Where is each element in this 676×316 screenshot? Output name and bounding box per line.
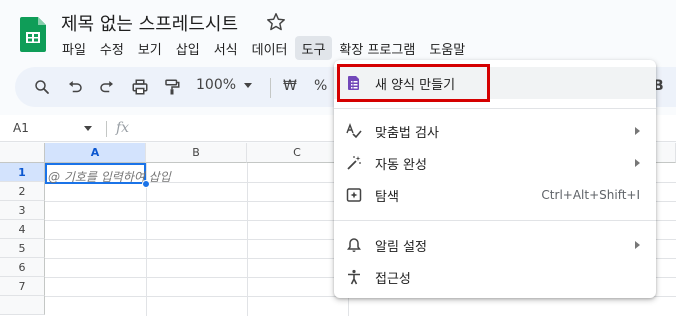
row-header-4[interactable]: 4 [0,220,45,239]
row-header-6[interactable]: 6 [0,258,45,277]
cell-hint-text: @ 기호를 입력하여 삽입 [48,170,171,184]
menu-format[interactable]: 서식 [207,36,245,60]
sheets-app: 제목 없는 스프레드시트 파일 수정 보기 삽입 서식 데이터 도구 확장 프로… [0,0,676,316]
percent-format-button[interactable]: % [314,78,327,94]
chevron-down-icon [244,82,253,88]
menu-item-autocomplete[interactable]: 자동 완성 [334,147,656,179]
paint-format-icon[interactable] [162,77,182,97]
highlight-annotation [337,64,490,102]
menu-item-label: 알림 설정 [375,239,427,255]
explore-icon [346,188,362,202]
spellcheck-icon [346,123,362,139]
menu-item-notification-settings[interactable]: 알림 설정 [334,229,656,261]
submenu-arrow-icon [635,159,640,167]
row-header-2[interactable]: 2 [0,182,45,201]
search-icon[interactable] [32,77,52,97]
row-header-3[interactable]: 3 [0,201,45,220]
menu-item-label: 자동 완성 [375,157,427,173]
toolbar-divider [270,78,271,98]
column-header-b[interactable]: B [146,143,247,163]
menu-item-spellcheck[interactable]: 맞춤법 검사 [334,115,656,147]
menu-file[interactable]: 파일 [55,36,93,60]
namebox-dropdown-icon[interactable] [84,126,92,131]
menu-extensions[interactable]: 확장 프로그램 [332,36,422,60]
submenu-arrow-icon [635,241,640,249]
menu-item-shortcut: Ctrl+Alt+Shift+I [541,188,640,202]
menu-tools[interactable]: 도구 [294,36,333,60]
menu-edit[interactable]: 수정 [93,36,131,60]
menu-view[interactable]: 보기 [131,36,169,60]
row-header-8[interactable] [0,296,45,315]
menu-item-explore[interactable]: 탐색 Ctrl+Alt+Shift+I [334,179,656,211]
zoom-value: 100% [196,77,237,93]
menu-separator [334,108,656,109]
menubar: 파일 수정 보기 삽입 서식 데이터 도구 확장 프로그램 도움말 [55,36,472,60]
undo-icon[interactable] [65,77,85,97]
redo-icon[interactable] [97,77,117,97]
row-header-7[interactable]: 7 [0,277,45,296]
menu-item-label: 탐색 [375,189,399,205]
star-icon[interactable] [265,11,287,33]
zoom-select[interactable]: 100% [196,77,253,93]
menu-item-label: 접근성 [375,271,411,287]
row-header-5[interactable]: 5 [0,239,45,258]
fx-icon: fx [116,120,130,136]
document-title[interactable]: 제목 없는 스프레드시트 [61,10,238,36]
menu-data[interactable]: 데이터 [245,36,295,60]
sheets-logo-icon[interactable] [20,17,46,52]
menu-item-label: 맞춤법 검사 [375,125,439,141]
fill-handle[interactable] [142,180,150,188]
menu-help[interactable]: 도움말 [422,36,472,60]
menu-separator [334,220,656,221]
column-header-c[interactable]: C [247,143,348,163]
menu-insert[interactable]: 삽입 [169,36,207,60]
submenu-arrow-icon [635,127,640,135]
menu-item-accessibility[interactable]: 접근성 [334,261,656,293]
row-header-1[interactable]: 1 [0,163,45,182]
bell-icon [347,238,361,252]
column-header-a[interactable]: A [45,143,146,163]
currency-format-button[interactable]: ₩ [283,78,297,94]
select-all-corner[interactable] [0,143,45,163]
formula-bar-divider [106,121,107,137]
accessibility-icon [348,269,360,285]
autocomplete-wand-icon [347,156,361,170]
print-icon[interactable] [130,77,150,97]
